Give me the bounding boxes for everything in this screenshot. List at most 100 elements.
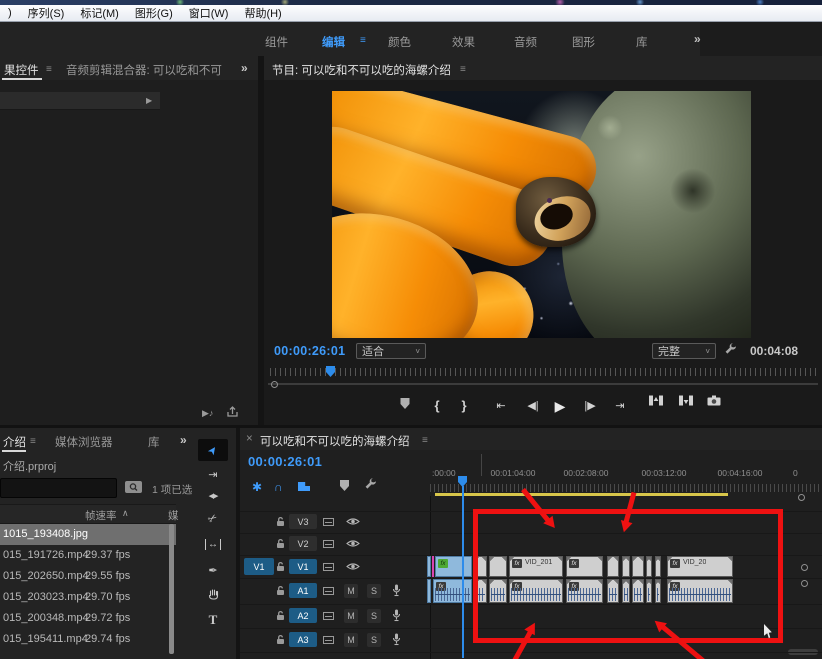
track-name-V3[interactable]: V3: [289, 514, 317, 529]
hand-tool[interactable]: [198, 583, 228, 605]
playback-quality-dropdown[interactable]: 完整˅: [652, 343, 716, 359]
workspace-tab-组件[interactable]: 组件: [265, 34, 288, 50]
workspace-tab-库[interactable]: 库: [636, 34, 648, 50]
media-file-row[interactable]: 1015_193408.jpg: [0, 524, 176, 545]
extract-button[interactable]: [679, 395, 693, 417]
video-tracks-scroll-knob[interactable]: [801, 564, 808, 571]
solo-button[interactable]: S: [367, 609, 381, 623]
marker-button[interactable]: [401, 395, 410, 417]
media-file-row[interactable]: 015_200348.mp429.72 fps: [0, 608, 176, 629]
track-name-A3[interactable]: A3: [289, 632, 317, 647]
go-to-in-button[interactable]: ⇤: [496, 395, 505, 417]
timeline-add-marker-icon[interactable]: [340, 478, 349, 496]
sync-lock-icon[interactable]: [323, 612, 334, 620]
mark-out-button[interactable]: }: [461, 395, 466, 417]
go-to-out-button[interactable]: ⇥: [615, 395, 624, 417]
project-file-name[interactable]: 介绍.prproj: [3, 458, 56, 474]
audio-tracks-scroll-knob[interactable]: [801, 580, 808, 587]
play-audio-icon[interactable]: ▶♪: [202, 408, 213, 419]
voiceover-mic-icon[interactable]: [392, 584, 401, 597]
timeline-clip-audio[interactable]: fx: [433, 579, 472, 603]
fit-zoom-dropdown[interactable]: 适合˅: [356, 343, 426, 359]
program-timecode[interactable]: 00:00:26:01: [274, 344, 345, 358]
search-input[interactable]: [0, 478, 117, 498]
export-icon[interactable]: [226, 406, 239, 418]
track-name-A1[interactable]: A1: [289, 583, 317, 598]
track-lock-icon[interactable]: [276, 585, 285, 596]
monitor-scrubber-ticks[interactable]: [270, 368, 816, 376]
track-select-forward-tool[interactable]: ⇥: [198, 463, 228, 485]
pen-tool[interactable]: ✒: [198, 559, 228, 581]
tab-program-monitor[interactable]: 节目: 可以吃和不可以吃的海螺介绍: [272, 62, 451, 78]
timeline-settings-wrench-icon[interactable]: [364, 478, 377, 491]
timeline-timecode[interactable]: 00:00:26:01: [248, 454, 322, 469]
panel-overflow-icon[interactable]: »: [180, 433, 187, 447]
menu-item[interactable]: 图形(G): [127, 5, 181, 21]
razor-tool[interactable]: ✂: [198, 507, 228, 529]
column-framerate[interactable]: 帧速率: [85, 508, 117, 523]
list-column-header[interactable]: 帧速率 ∧ 媒: [0, 504, 176, 524]
list-scrollbar[interactable]: [169, 524, 174, 654]
panel-menu-icon[interactable]: ≡: [30, 436, 36, 447]
export-frame-button[interactable]: [708, 395, 721, 417]
mute-button[interactable]: M: [344, 609, 358, 623]
timeline-snap-icon[interactable]: ∩: [274, 478, 283, 496]
tab-audio-clip-mixer[interactable]: 音频剪辑混合器: 可以吃和不可: [66, 62, 222, 78]
media-file-row[interactable]: 015_202650.mp429.55 fps: [0, 566, 176, 587]
search-bin-icon[interactable]: [124, 479, 143, 494]
panel-menu-icon[interactable]: ≡: [422, 435, 428, 446]
type-tool[interactable]: T: [198, 609, 228, 631]
workspace-tab-颜色[interactable]: 颜色: [388, 34, 411, 50]
sync-lock-icon[interactable]: [323, 540, 334, 548]
media-file-row[interactable]: 015_191726.mp429.37 fps: [0, 545, 176, 566]
work-area-bar[interactable]: [435, 493, 728, 496]
source-patch-v1[interactable]: V1: [244, 558, 274, 575]
voiceover-mic-icon[interactable]: [392, 609, 401, 622]
step-back-button[interactable]: ◀|: [527, 395, 538, 417]
track-lock-icon[interactable]: [276, 561, 285, 572]
panel-overflow-icon[interactable]: »: [241, 61, 248, 75]
expander-icon[interactable]: ▶: [146, 96, 152, 105]
voiceover-mic-icon[interactable]: [392, 633, 401, 646]
workspace-tab-编辑[interactable]: 编辑: [322, 34, 345, 50]
solo-button[interactable]: S: [367, 584, 381, 598]
track-visibility-eye-icon[interactable]: [346, 517, 360, 526]
selection-tool[interactable]: ➤: [198, 439, 228, 461]
tab-media-browser[interactable]: 媒体浏览器: [55, 434, 113, 450]
tab-libraries[interactable]: 库: [148, 434, 160, 450]
lift-button[interactable]: [649, 395, 663, 417]
workspace-tab-效果[interactable]: 效果: [452, 34, 475, 50]
tab-project[interactable]: 介绍: [3, 434, 26, 450]
menu-item[interactable]: 窗口(W): [181, 5, 237, 21]
column-next-truncated[interactable]: 媒: [168, 508, 179, 523]
track-name-V2[interactable]: V2: [289, 536, 317, 551]
program-video-frame[interactable]: [332, 91, 751, 338]
slip-tool[interactable]: ↔: [198, 533, 228, 555]
timeline-nest-sequence-icon[interactable]: ✱: [252, 478, 262, 496]
tab-sequence[interactable]: 可以吃和不可以吃的海螺介绍: [260, 433, 410, 449]
track-lock-icon[interactable]: [276, 610, 285, 621]
track-lock-icon[interactable]: [276, 634, 285, 645]
menu-item[interactable]: 序列(S): [20, 5, 73, 21]
sync-lock-icon[interactable]: [323, 636, 334, 644]
monitor-zoom-scrollbar[interactable]: [268, 383, 818, 385]
timeline-clip-video[interactable]: [432, 556, 434, 577]
mark-in-button[interactable]: {: [434, 395, 439, 417]
timeline-clip-audio[interactable]: [427, 579, 431, 603]
sync-lock-icon[interactable]: [323, 518, 334, 526]
ripple-edit-tool[interactable]: ◀▶: [198, 485, 228, 507]
track-visibility-eye-icon[interactable]: [346, 562, 360, 571]
mute-button[interactable]: M: [344, 633, 358, 647]
track-lock-icon[interactable]: [276, 538, 285, 549]
timeline-clip-video[interactable]: [427, 556, 431, 577]
close-icon[interactable]: ×: [246, 433, 253, 445]
workspace-tab-音频[interactable]: 音频: [514, 34, 537, 50]
media-file-row[interactable]: 015_195411.mp429.74 fps: [0, 629, 176, 650]
track-lock-icon[interactable]: [276, 516, 285, 527]
tab-effect-controls[interactable]: 果控件: [4, 62, 39, 78]
track-name-A2[interactable]: A2: [289, 608, 317, 623]
workspace-tab-menu-icon[interactable]: ≡: [360, 35, 366, 46]
solo-button[interactable]: S: [367, 633, 381, 647]
timeline-playhead-line[interactable]: [462, 486, 464, 658]
effect-header-strip[interactable]: ▶: [0, 92, 160, 110]
